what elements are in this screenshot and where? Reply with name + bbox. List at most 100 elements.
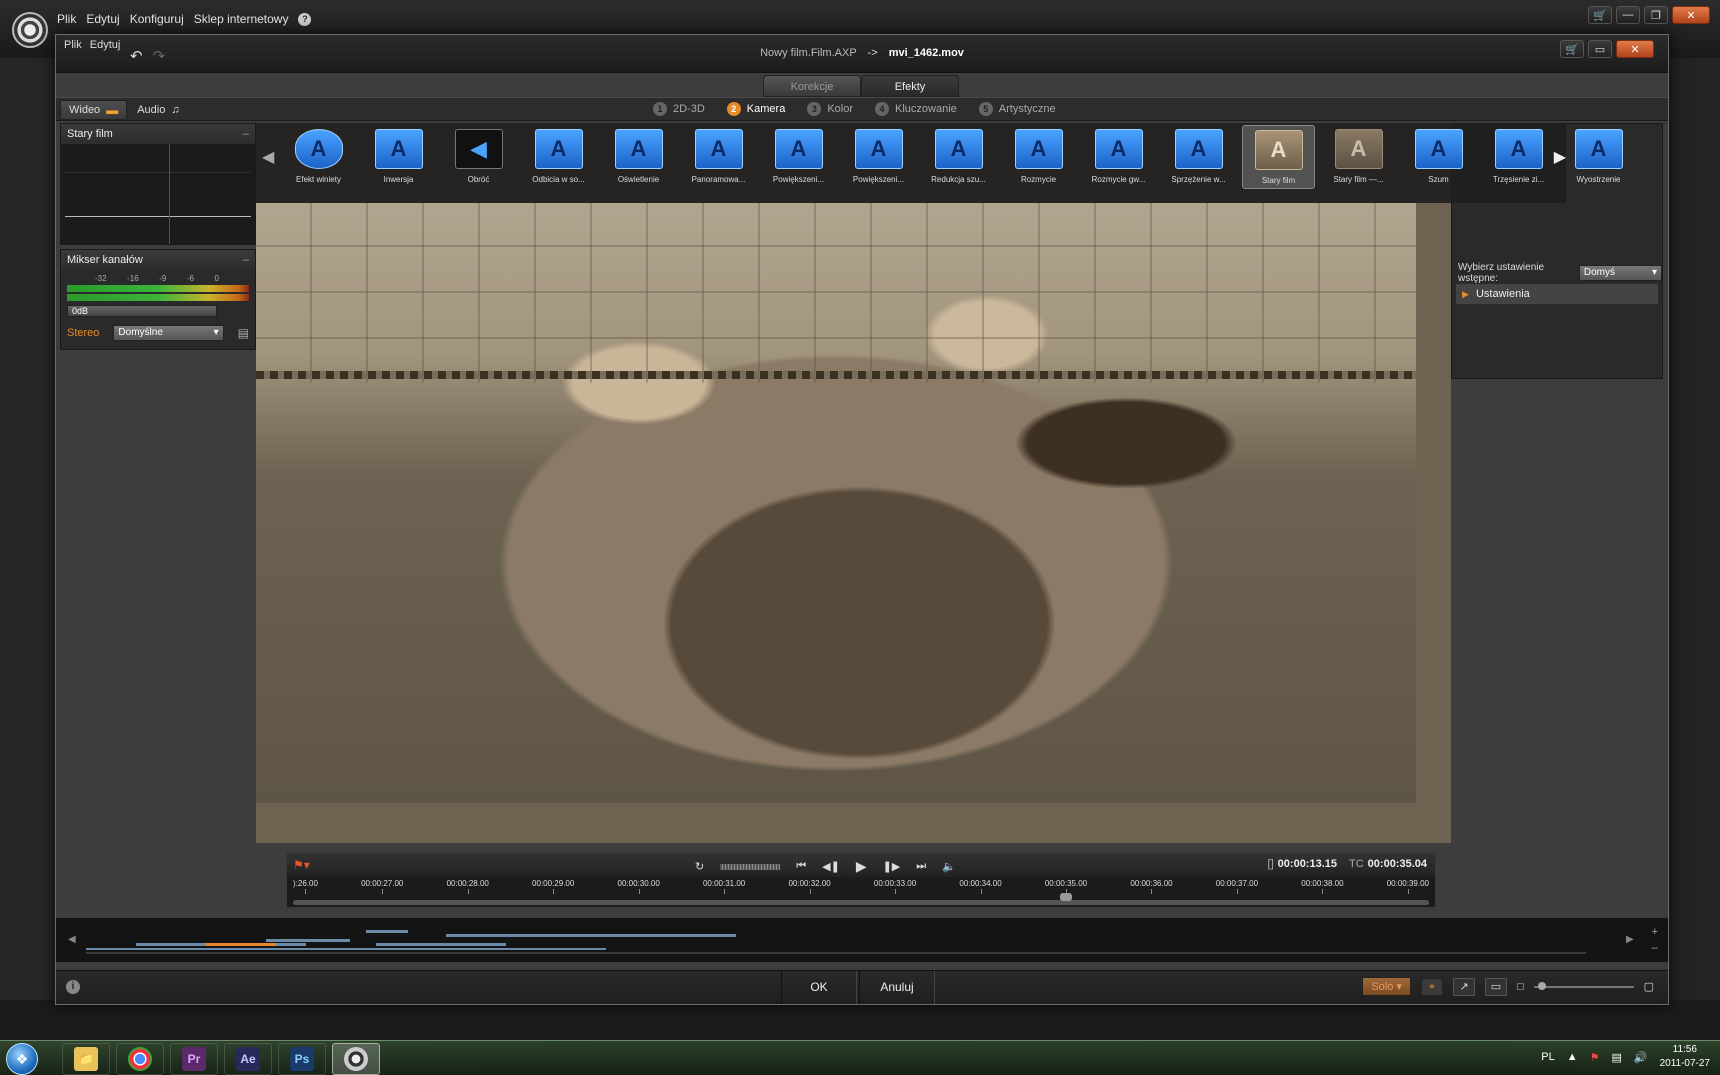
category-kamera[interactable]: 2 Kamera [726, 102, 786, 116]
mixer-collapse-icon[interactable]: – [243, 250, 249, 270]
effect-preview-icon: A [934, 129, 983, 169]
category-artystyczne[interactable]: 5 Artystyczne [978, 102, 1056, 116]
effect-thumbnail[interactable]: A Stary film —... [1322, 125, 1395, 189]
info-icon[interactable]: i [66, 980, 80, 994]
go-to-start-icon[interactable]: ⏮ [796, 860, 806, 873]
tab-efekty[interactable]: Efekty [861, 75, 959, 97]
preset-dropdown[interactable]: Domyś ▾ [1578, 265, 1662, 281]
speaker-icon[interactable]: 🔊 [1634, 1051, 1648, 1064]
solo-button[interactable]: Solo ▾ [1362, 977, 1411, 996]
play-icon[interactable]: ▶ [856, 858, 867, 875]
menu-edytuj[interactable]: Edytuj [86, 12, 119, 26]
effect-thumbnail[interactable]: A Powiększeni... [842, 125, 915, 189]
close-button[interactable]: ✕ [1672, 6, 1710, 24]
equalizer-icon[interactable]: ▤ [238, 326, 249, 340]
effect-thumbnail[interactable]: A Efekt winiety [282, 125, 355, 189]
menu-konfiguruj[interactable]: Konfiguruj [130, 12, 184, 26]
gain-slider[interactable]: 0dB [67, 305, 217, 317]
taskbar-pinnacle[interactable] [332, 1043, 380, 1075]
help-icon[interactable]: ? [298, 13, 312, 26]
category-label: Kamera [746, 103, 786, 115]
category-2d3d[interactable]: 1 2D-3D [653, 102, 705, 116]
zoom-small-icon: □ [1516, 980, 1524, 993]
ok-button[interactable]: OK [781, 971, 857, 1004]
loop-icon[interactable]: ↻ [695, 860, 704, 873]
zoom-slider[interactable] [1533, 981, 1634, 990]
category-number: 2 [726, 102, 741, 116]
tray-expand-icon[interactable]: ▲ [1567, 1051, 1578, 1063]
taskbar-photoshop[interactable]: Ps [278, 1043, 326, 1075]
restore-button[interactable]: ❐ [1644, 6, 1668, 24]
dialog-cart-icon[interactable]: 🛒 [1560, 40, 1584, 58]
go-to-end-icon[interactable]: ⏭ [916, 860, 926, 873]
outer-window-controls: 🛒 — ❐ ✕ [1588, 6, 1710, 24]
keyframe-graph[interactable] [61, 144, 255, 244]
zoom-out-icon[interactable]: – [1652, 942, 1658, 954]
network-icon[interactable]: ▤ [1611, 1051, 1621, 1064]
app-logo-icon[interactable] [12, 12, 48, 48]
zoom-in-icon[interactable]: + [1652, 926, 1658, 938]
preset-label: Wybierz ustawienie wstępne: [1458, 262, 1545, 284]
flag-icon[interactable]: ⚑ [1590, 1051, 1600, 1064]
effect-thumbnail[interactable]: A Redukcja szu... [922, 125, 995, 189]
timeline-overview[interactable]: ◀ ▶ + – [56, 918, 1668, 962]
effect-thumbnail[interactable]: ◀ Obróć [442, 125, 515, 189]
tab-audio[interactable]: Audio ♫ [129, 100, 187, 120]
taskbar-apps: 📁 Pr Ae Ps [62, 1043, 380, 1075]
step-forward-icon[interactable]: ❚▶ [883, 860, 901, 873]
taskbar-after-effects[interactable]: Ae [224, 1043, 272, 1075]
screen-mode-icon[interactable]: ▭ [1484, 977, 1507, 996]
clock[interactable]: 11:56 2011-07-27 [1660, 1043, 1710, 1071]
effect-thumbnail[interactable]: A Panoramowa... [682, 125, 755, 189]
effect-thumbnail[interactable]: A Odbicia w so... [522, 125, 595, 189]
strip-right-arrow-icon[interactable]: ▶ [1554, 147, 1566, 167]
taskbar-premiere[interactable]: Pr [170, 1043, 218, 1075]
category-number: 3 [807, 102, 822, 116]
strip-left-arrow-icon[interactable]: ◀ [262, 147, 274, 167]
stereo-dropdown[interactable]: Domyślne ▾ [113, 325, 224, 341]
effect-thumbnail[interactable]: A Szum [1402, 125, 1475, 189]
effect-label: Inwersja [383, 175, 414, 184]
settings-section[interactable]: ▶ Ustawienia [1456, 284, 1658, 304]
preset-value: Domyś [1583, 267, 1616, 278]
taskbar-chrome[interactable] [116, 1043, 164, 1075]
taskbar-folder[interactable]: 📁 [62, 1043, 110, 1075]
effect-thumbnail[interactable]: A Trzęsienie zi... [1482, 125, 1555, 189]
effect-thumbnail[interactable]: A Inwersja [362, 125, 435, 189]
effect-thumbnail[interactable]: A Oświetlenie [602, 125, 675, 189]
category-kolor[interactable]: 3 Kolor [807, 102, 853, 116]
menu-plik[interactable]: Plik [57, 12, 76, 26]
dialog-close-button[interactable]: ✕ [1616, 40, 1654, 58]
effect-thumbnail[interactable]: A Wyostrzenie [1562, 125, 1635, 189]
scrub-track[interactable] [293, 900, 1429, 905]
playhead-handle[interactable] [1060, 893, 1072, 901]
cart-icon[interactable]: 🛒 [1588, 6, 1612, 24]
tab-wideo[interactable]: Wideo ▬ [60, 100, 128, 120]
language-indicator[interactable]: PL [1541, 1051, 1554, 1063]
minimize-button[interactable]: — [1616, 6, 1640, 24]
menu-sklep[interactable]: Sklep internetowy [194, 12, 289, 26]
cancel-button[interactable]: Anuluj [859, 971, 935, 1004]
time-ruler[interactable]: ):26.00 00:00:27.00 00:00:28.00 00:00:29.00… [293, 879, 1429, 899]
overview-left-arrow-icon[interactable]: ◀ [68, 934, 76, 945]
overview-right-arrow-icon[interactable]: ▶ [1626, 934, 1634, 945]
crosshair-icon[interactable]: ⌖ [1420, 977, 1443, 996]
effect-thumbnail[interactable]: A Rozmycie [1002, 125, 1075, 189]
effect-thumbnail[interactable]: A Powiększeni... [762, 125, 835, 189]
effect-thumbnail[interactable]: A Sprzężenie w... [1162, 125, 1235, 189]
effect-thumbnail[interactable]: A Stary film [1242, 125, 1315, 189]
volume-icon[interactable]: 🔈 [942, 860, 956, 873]
marker-icon[interactable]: ⚑▾ [293, 858, 310, 872]
external-preview-icon[interactable]: ↗ [1452, 977, 1475, 996]
start-button[interactable]: ❖ [6, 1043, 38, 1075]
ruler-tick-label: 00:00:30.00 [618, 879, 660, 899]
collapse-icon[interactable]: – [243, 124, 249, 144]
dialog-maximize-button[interactable]: ▭ [1588, 40, 1612, 58]
shuttle-scrubber[interactable] [720, 863, 781, 870]
step-back-icon[interactable]: ◀❚ [822, 860, 840, 873]
outer-timeline-footer [0, 1000, 1720, 1040]
effect-preview-icon: A [294, 129, 343, 169]
effect-thumbnail[interactable]: A Rozmycie gw... [1082, 125, 1155, 189]
tab-korekcje[interactable]: Korekcje [763, 75, 861, 97]
category-kluczowanie[interactable]: 4 Kluczowanie [875, 102, 957, 116]
